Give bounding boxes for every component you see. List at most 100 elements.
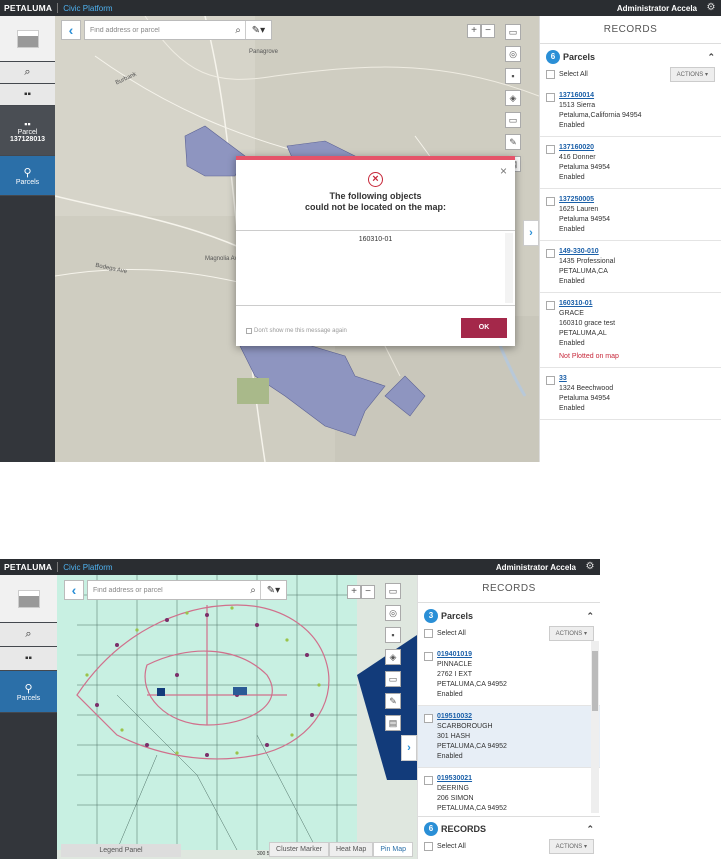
back-button[interactable]: ‹ bbox=[61, 20, 81, 40]
layers-toggle-icon[interactable]: ▭ bbox=[385, 583, 401, 599]
record-checkbox[interactable] bbox=[424, 714, 433, 723]
checkbox[interactable] bbox=[246, 328, 252, 334]
record-checkbox[interactable] bbox=[546, 301, 555, 310]
zoom-out-button[interactable]: − bbox=[481, 24, 495, 38]
gear-icon[interactable]: ⚙ bbox=[584, 561, 596, 573]
parcels-section-header[interactable]: 6 Parcels ⌃ bbox=[540, 44, 721, 64]
map-view[interactable]: Panagrove Magnolia Ave Burbank Bodega Av… bbox=[55, 16, 539, 462]
overview-icon[interactable]: ▪ bbox=[505, 68, 521, 84]
chevron-up-icon[interactable]: ⌃ bbox=[586, 824, 594, 835]
back-button[interactable]: ‹ bbox=[64, 580, 84, 600]
chevron-up-icon[interactable]: ⌃ bbox=[586, 611, 594, 622]
list-item[interactable]: 019530021 DEERING 206 SIMON PETALUMA,CA 949… bbox=[418, 768, 600, 816]
tab-cluster-marker[interactable]: Cluster Marker bbox=[269, 842, 329, 857]
list-item[interactable]: 137250005 1625 Lauren Petaluma 94954 Enable… bbox=[540, 189, 721, 241]
map-mode-tabs: Cluster Marker Heat Map Pin Map bbox=[269, 842, 413, 857]
search-icon[interactable]: ⌕ bbox=[0, 623, 57, 647]
zoom-out-button[interactable]: − bbox=[361, 585, 375, 599]
panel-toggle-button[interactable]: › bbox=[523, 220, 539, 246]
list-icon[interactable]: ▭ bbox=[385, 671, 401, 687]
ok-button[interactable]: OK bbox=[461, 318, 507, 338]
grid-icon[interactable]: ▪▪ bbox=[0, 84, 55, 106]
draw-tool-icon[interactable]: ✎▾ bbox=[260, 581, 286, 599]
record-link[interactable]: 137250005 bbox=[559, 195, 610, 205]
zoom-in-button[interactable]: + bbox=[467, 24, 481, 38]
close-icon[interactable]: × bbox=[500, 164, 507, 178]
sidebar-item-parcel[interactable]: ▪▪ Parcel 137128013 bbox=[0, 106, 55, 156]
locate-icon[interactable]: ◎ bbox=[505, 46, 521, 62]
gear-icon[interactable]: ⚙ bbox=[705, 2, 717, 14]
edit-icon[interactable]: ✎ bbox=[505, 134, 521, 150]
select-all-checkbox[interactable] bbox=[424, 629, 433, 638]
search-icon[interactable]: ⌕ bbox=[231, 25, 245, 36]
user-name[interactable]: Administrator Accela bbox=[617, 4, 697, 13]
list-item[interactable]: 019401019 PINNACLE 2762 I EXT PETALUMA,CA 9… bbox=[418, 644, 600, 706]
record-checkbox[interactable] bbox=[546, 249, 555, 258]
layers-icon[interactable]: ◈ bbox=[385, 649, 401, 665]
search-icon[interactable]: ⌕ bbox=[0, 62, 55, 84]
user-name[interactable]: Administrator Accela bbox=[496, 563, 576, 572]
legend-panel-button[interactable]: Legend Panel bbox=[61, 844, 181, 857]
sidebar-logo[interactable] bbox=[0, 16, 55, 62]
map-toolbar: ‹ ⌕ ✎▾ bbox=[61, 20, 272, 40]
layers-toggle-icon[interactable]: ▭ bbox=[505, 24, 521, 40]
sidebar-item-parcels[interactable]: ⚲ Parcels bbox=[0, 156, 55, 196]
record-link[interactable]: 019530021 bbox=[437, 774, 507, 784]
record-link[interactable]: 019401019 bbox=[437, 650, 507, 660]
actions-dropdown[interactable]: ACTIONS ▾ bbox=[548, 626, 594, 641]
map-view[interactable]: ‹ ⌕ ✎▾ + − ▭ ◎ ▪ ◈ ▭ ✎ ▤ › Legend Panel … bbox=[57, 575, 417, 859]
record-checkbox[interactable] bbox=[546, 197, 555, 206]
records-section-header[interactable]: 6 RECORDS ⌃ bbox=[418, 816, 600, 836]
select-all-checkbox[interactable] bbox=[424, 842, 433, 851]
panel-toggle-button[interactable]: › bbox=[401, 735, 417, 761]
tab-heat-map[interactable]: Heat Map bbox=[328, 842, 374, 857]
edit-icon[interactable]: ✎ bbox=[385, 693, 401, 709]
actions-dropdown[interactable]: ACTIONS ▾ bbox=[669, 67, 715, 82]
sidebar-item-parcels[interactable]: ⚲ Parcels bbox=[0, 671, 57, 713]
list-item[interactable]: 019510032 SCARBOROUGH 301 HASH PETALUMA,CA … bbox=[418, 706, 600, 768]
overview-icon[interactable]: ▪ bbox=[385, 627, 401, 643]
record-line: Petaluma 94954 bbox=[559, 164, 610, 171]
search-icon[interactable]: ⌕ bbox=[246, 585, 260, 596]
zoom-controls: + − bbox=[467, 24, 495, 38]
sidebar-logo[interactable] bbox=[0, 575, 57, 623]
screenshot-2: PETALUMA Civic Platform Administrator Ac… bbox=[0, 559, 600, 859]
record-link[interactable]: 137160020 bbox=[559, 143, 610, 153]
record-checkbox[interactable] bbox=[546, 145, 555, 154]
record-checkbox[interactable] bbox=[424, 776, 433, 785]
locate-icon[interactable]: ◎ bbox=[385, 605, 401, 621]
actions-dropdown[interactable]: ACTIONS ▾ bbox=[548, 839, 594, 854]
record-link[interactable]: 019510032 bbox=[437, 712, 507, 722]
record-line: DEERING bbox=[437, 785, 469, 792]
list-item[interactable]: 149-330-010 1435 Professional PETALUMA,CA E… bbox=[540, 241, 721, 293]
record-link[interactable]: 149-330-010 bbox=[559, 247, 615, 257]
record-checkbox[interactable] bbox=[546, 93, 555, 102]
list-item[interactable]: 160310-01 GRACE 160310 grace test PETALUMA,… bbox=[540, 293, 721, 368]
record-link[interactable]: 137160014 bbox=[559, 91, 642, 101]
search-input[interactable] bbox=[93, 586, 246, 594]
tab-pin-map[interactable]: Pin Map bbox=[373, 842, 413, 857]
draw-tool-icon[interactable]: ✎▾ bbox=[245, 21, 271, 39]
record-link[interactable]: 33 bbox=[559, 374, 613, 384]
record-link[interactable]: 160310-01 bbox=[559, 299, 619, 309]
platform-name: Civic Platform bbox=[63, 562, 113, 572]
select-all-checkbox[interactable] bbox=[546, 70, 555, 79]
list-item[interactable]: 137160020 416 Donner Petaluma 94954 Enabled bbox=[540, 137, 721, 189]
zoom-in-button[interactable]: + bbox=[347, 585, 361, 599]
list-item[interactable]: 33 1324 Beechwood Petaluma 94954 Enabled bbox=[540, 368, 721, 420]
record-checkbox[interactable] bbox=[424, 652, 433, 661]
dont-show-checkbox[interactable]: Don't show me this message again bbox=[246, 328, 347, 334]
error-icon: × bbox=[368, 172, 383, 187]
chevron-up-icon[interactable]: ⌃ bbox=[707, 52, 715, 63]
list-item[interactable]: 137160014 1513 Sierra Petaluma,California … bbox=[540, 85, 721, 137]
record-checkbox[interactable] bbox=[546, 376, 555, 385]
search-input[interactable] bbox=[90, 26, 231, 34]
print-icon[interactable]: ▤ bbox=[385, 715, 401, 731]
list-icon[interactable]: ▭ bbox=[505, 112, 521, 128]
scrollbar[interactable] bbox=[505, 233, 513, 303]
parcels-section-header[interactable]: 3 Parcels ⌃ bbox=[418, 603, 600, 623]
scrollbar[interactable] bbox=[591, 641, 599, 813]
record-details: 160310-01 GRACE 160310 grace test PETALUMA,… bbox=[559, 299, 619, 362]
layers-icon[interactable]: ◈ bbox=[505, 90, 521, 106]
grid-icon[interactable]: ▪▪ bbox=[0, 647, 57, 671]
